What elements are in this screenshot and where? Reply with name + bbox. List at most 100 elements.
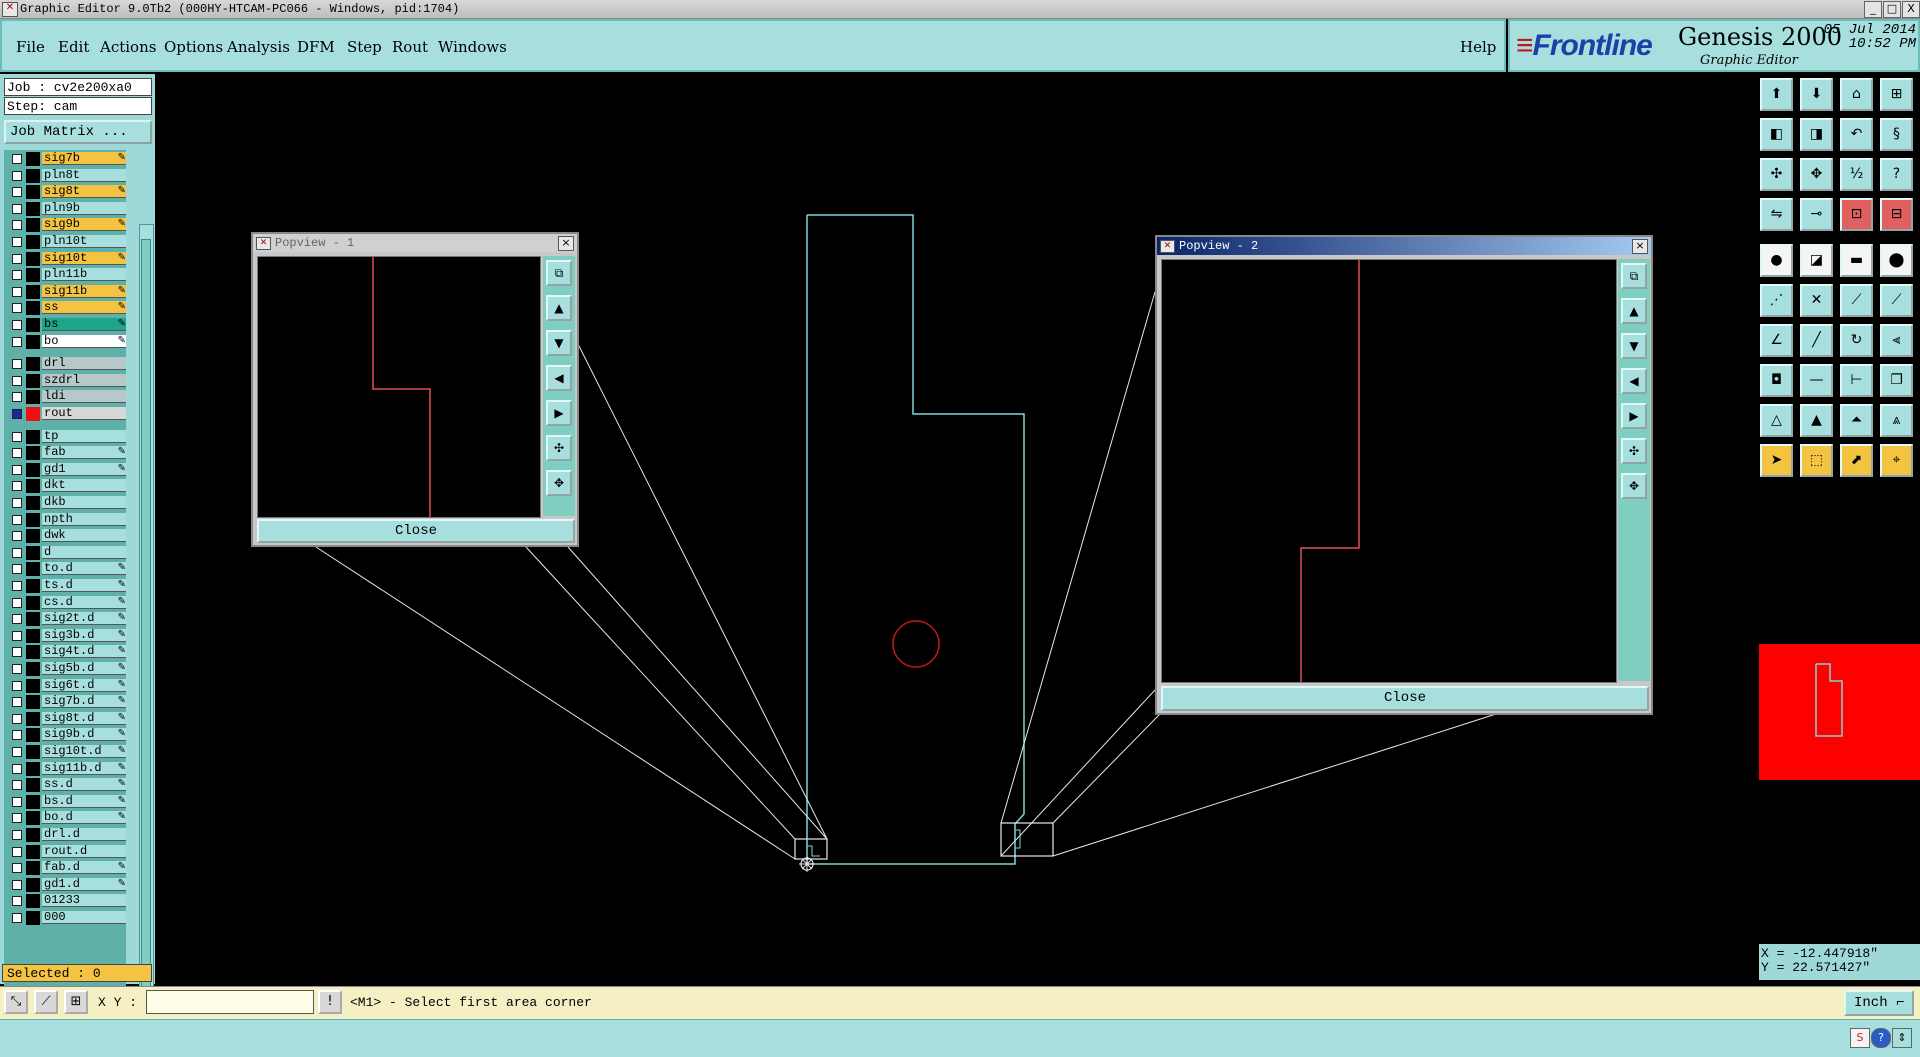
home-icon[interactable]: ⌂ xyxy=(1840,78,1873,111)
rout-path xyxy=(1300,260,1360,682)
popview-pan-right-icon[interactable]: ▶ xyxy=(546,400,572,426)
select-multi-icon[interactable]: ⌖ xyxy=(1880,444,1913,477)
overview-map[interactable] xyxy=(1759,644,1920,780)
popview-pan-left-icon[interactable]: ◀ xyxy=(546,365,572,391)
triangle-2-icon[interactable]: ▲ xyxy=(1800,404,1833,437)
overview-drawing xyxy=(1815,663,1843,737)
select-pointer-icon[interactable]: ➤ xyxy=(1760,444,1793,477)
diag-line-icon[interactable]: ⟋ xyxy=(1840,284,1873,317)
alert-icon[interactable]: ! xyxy=(318,990,342,1014)
popview-pan-left-icon[interactable]: ◀ xyxy=(1621,368,1647,394)
leader-line xyxy=(315,546,796,860)
rout-path xyxy=(372,257,431,517)
leader-line xyxy=(1052,713,1161,824)
pan-left-icon[interactable]: ◧ xyxy=(1760,118,1793,151)
snap-mode-icon[interactable]: ⤡ xyxy=(4,990,28,1014)
y-coordinate: Y = 22.571427" xyxy=(1761,960,1871,975)
popview-1-title: Popview - 1 xyxy=(275,236,355,250)
slash-icon[interactable]: ╱ xyxy=(1800,324,1833,357)
popview-zoom-window-icon[interactable]: ⧉ xyxy=(1621,263,1647,289)
pad-icon[interactable]: ● xyxy=(1760,244,1793,277)
select-tool-icon[interactable]: ⬈ xyxy=(1840,444,1873,477)
popview-2-drawing xyxy=(1300,260,1360,682)
arc-icon[interactable]: ↻ xyxy=(1840,324,1873,357)
popview-1-canvas[interactable] xyxy=(257,256,541,518)
snap-icon[interactable]: ⊸ xyxy=(1800,198,1833,231)
popview-1-close-x-button[interactable]: × xyxy=(558,236,574,251)
zoom-fit-icon[interactable]: ✣ xyxy=(1760,158,1793,191)
popview-icon: ✕ xyxy=(1160,240,1175,253)
popview-pan-down-icon[interactable]: ▼ xyxy=(546,330,572,356)
popview-1-window: ✕ Popview - 1 × ⧉ ▲ ▼ ◀ ▶ ✣ ✥ Close xyxy=(251,232,579,547)
node-icon[interactable]: ◘ xyxy=(1760,364,1793,397)
leader-line xyxy=(1052,713,1497,857)
popview-2-title-bar[interactable]: ✕ Popview - 2 × xyxy=(1157,237,1651,255)
xy-input[interactable] xyxy=(146,990,314,1014)
line-icon[interactable]: ◪ xyxy=(1800,244,1833,277)
net-icon[interactable]: ⊡ xyxy=(1840,198,1873,231)
copy-icon[interactable]: ❐ xyxy=(1880,364,1913,397)
pan-right-icon[interactable]: ◨ xyxy=(1800,118,1833,151)
popview-1-close-button[interactable]: Close xyxy=(257,519,575,543)
popview-pan-up-icon[interactable]: ▲ xyxy=(546,295,572,321)
connect-icon[interactable]: ⋰ xyxy=(1760,284,1793,317)
split-view-icon[interactable]: ⊞ xyxy=(1880,78,1913,111)
units-value: Inch xyxy=(1854,995,1888,1011)
command-prompt: <M1> - Select first area corner xyxy=(350,995,592,1010)
tool-panel: ⬆ ⬇ ⌂ ⊞ ◧ ◨ ↶ § ✣ ✥ ½ ? ⇋ ⊸ ⊡ ⊟ ● ◪ ▬ ⬤ … xyxy=(1758,74,1920,984)
angle-icon[interactable]: ∠ xyxy=(1760,324,1793,357)
undo-icon[interactable]: ↶ xyxy=(1840,118,1873,151)
mirror-icon[interactable]: ⫷ xyxy=(1880,324,1913,357)
dimension-icon[interactable]: ⊢ xyxy=(1840,364,1873,397)
segment-icon[interactable]: — xyxy=(1800,364,1833,397)
x-coordinate: X = -12.447918" xyxy=(1761,946,1879,961)
measure-mode-icon[interactable]: ⟋ xyxy=(34,990,58,1014)
popview-2-close-button[interactable]: Close xyxy=(1161,686,1649,711)
command-bar: ⤡ ⟋ ⊞ X Y : ! <M1> - Select first area c… xyxy=(0,986,1920,1019)
triangle-4-icon[interactable]: ⩓ xyxy=(1880,404,1913,437)
xy-label: X Y : xyxy=(98,995,138,1010)
popview-1-toolbar: ⧉ ▲ ▼ ◀ ▶ ✣ ✥ xyxy=(543,256,575,516)
ruler-icon[interactable]: ▬ xyxy=(1840,244,1873,277)
circle-pad-icon[interactable]: ⬤ xyxy=(1880,244,1913,277)
units-select[interactable]: Inch ⌐ xyxy=(1844,990,1914,1016)
triangle-3-icon[interactable]: ⏶ xyxy=(1840,404,1873,437)
status-bar: S ? ⇕ xyxy=(0,1019,1920,1057)
select-box-icon[interactable]: ⬚ xyxy=(1800,444,1833,477)
popview-2-toolbar: ⧉ ▲ ▼ ◀ ▶ ✣ ✥ xyxy=(1618,259,1650,681)
zoom-box-1 xyxy=(794,838,828,860)
step-down-icon[interactable]: ⬇ xyxy=(1800,78,1833,111)
expand-icon[interactable]: ⇕ xyxy=(1892,1028,1912,1048)
leader-line xyxy=(525,546,796,840)
popview-2-canvas[interactable] xyxy=(1161,259,1617,683)
popview-pan-down-icon[interactable]: ▼ xyxy=(1621,333,1647,359)
redraw-icon[interactable]: § xyxy=(1880,118,1913,151)
leader-line xyxy=(577,343,828,840)
overview-board-outline xyxy=(1815,663,1843,737)
popview-icon: ✕ xyxy=(256,237,271,250)
cross-icon[interactable]: ✕ xyxy=(1800,284,1833,317)
popview-zoom-in-icon[interactable]: ✣ xyxy=(1621,438,1647,464)
popview-1-title-bar[interactable]: ✕ Popview - 1 × xyxy=(253,234,577,252)
popview-zoom-out-icon[interactable]: ✥ xyxy=(546,470,572,496)
popview-zoom-out-icon[interactable]: ✥ xyxy=(1621,473,1647,499)
step-up-icon[interactable]: ⬆ xyxy=(1760,78,1793,111)
diag-line-2-icon[interactable]: ⟋ xyxy=(1880,284,1913,317)
help-icon[interactable]: ? xyxy=(1871,1028,1891,1048)
popview-zoom-window-icon[interactable]: ⧉ xyxy=(546,260,572,286)
popview-2-title: Popview - 2 xyxy=(1179,239,1259,253)
grid-mode-icon[interactable]: ⊞ xyxy=(64,990,88,1014)
s-icon[interactable]: S xyxy=(1850,1028,1870,1048)
detail-outline-1 xyxy=(806,838,820,857)
popview-zoom-in-icon[interactable]: ✣ xyxy=(546,435,572,461)
cursor-coordinates: X = -12.447918" Y = 22.571427" xyxy=(1759,944,1920,980)
query-icon[interactable]: ? xyxy=(1880,158,1913,191)
measure-icon[interactable]: ⇋ xyxy=(1760,198,1793,231)
route-icon[interactable]: ⊟ xyxy=(1880,198,1913,231)
popview-pan-up-icon[interactable]: ▲ xyxy=(1621,298,1647,324)
triangle-icon[interactable]: △ xyxy=(1760,404,1793,437)
popview-pan-right-icon[interactable]: ▶ xyxy=(1621,403,1647,429)
zoom-home-icon[interactable]: ✥ xyxy=(1800,158,1833,191)
popview-2-close-x-button[interactable]: × xyxy=(1632,239,1648,254)
scale-1-2-icon[interactable]: ½ xyxy=(1840,158,1873,191)
